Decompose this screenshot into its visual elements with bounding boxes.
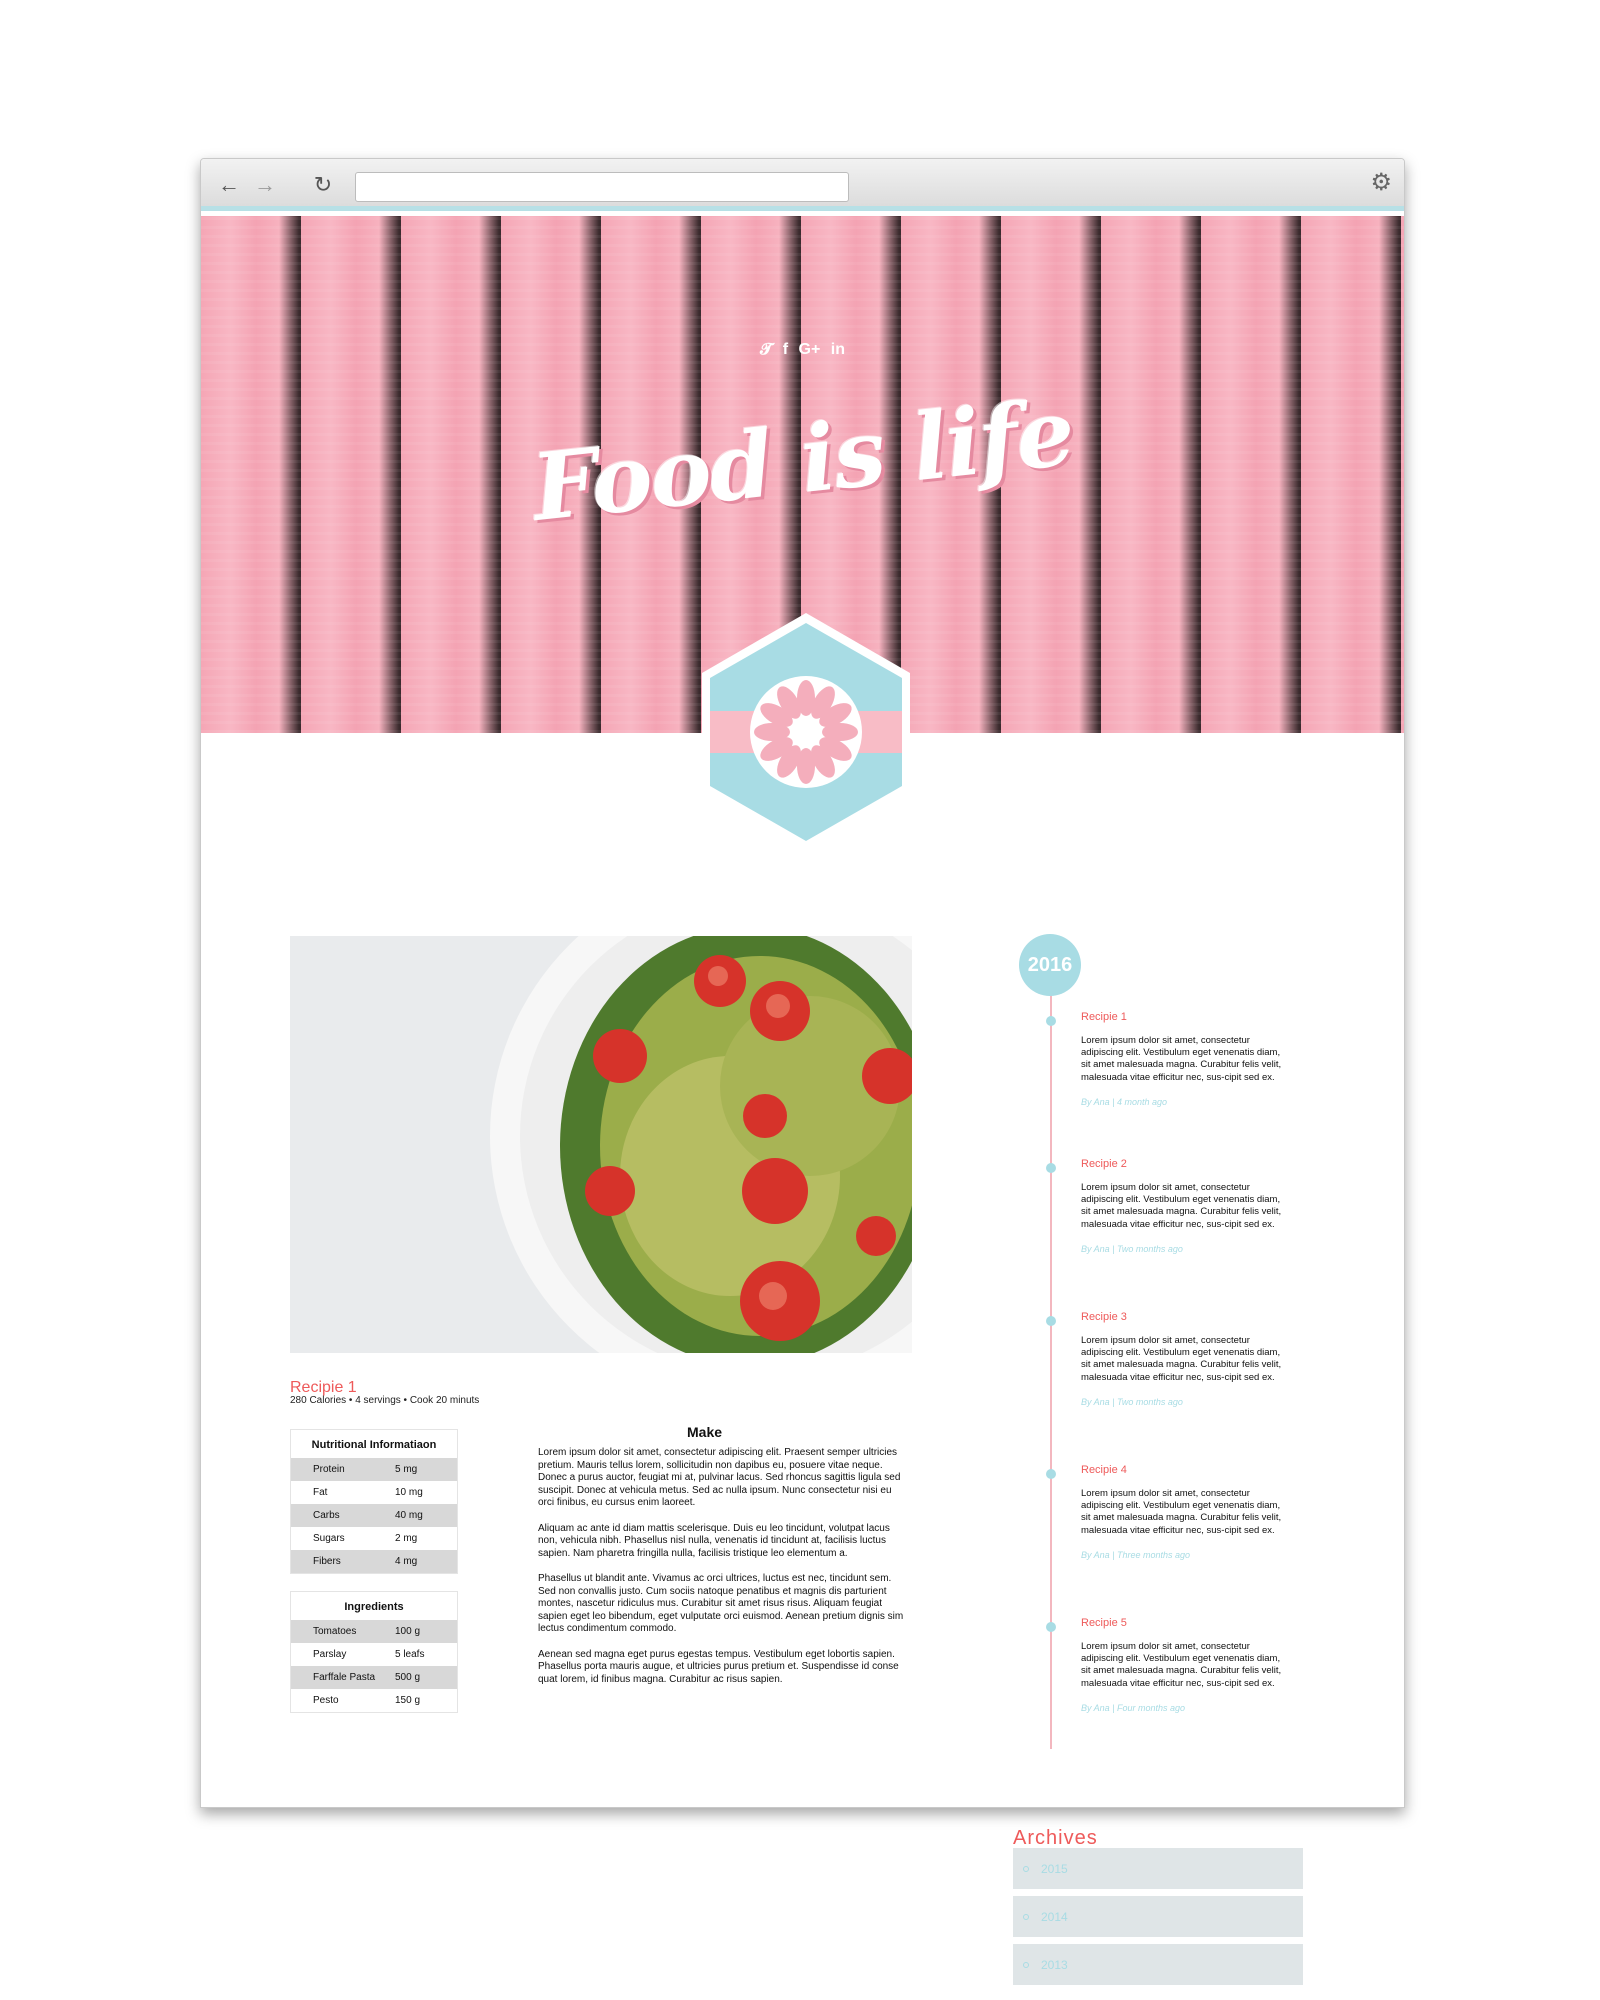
timeline-item-meta: By Ana | Four months ago <box>1081 1702 1186 1713</box>
nutrition-rows: Protein 5 mg Fat 10 mg Carbs 40 mg Sugars 2 … <box>291 1458 457 1573</box>
archive-item-2013[interactable]: 2013 <box>1013 1944 1303 1985</box>
timeline-dot <box>1046 1469 1056 1479</box>
table-row: Sugars 2 mg <box>313 1533 418 1544</box>
ingredients-rows: Tomatoes 100 g Parslay 5 leafs Farffale Pa… <box>291 1620 457 1712</box>
table-row: Fat 10 mg <box>313 1487 423 1498</box>
circle-bullet-icon <box>1023 1961 1029 1968</box>
timeline-item-title[interactable]: Recipie 3 <box>1081 1311 1291 1323</box>
timeline-item-meta: By Ana | Two months ago <box>1081 1243 1183 1254</box>
linkedin-icon[interactable]: in <box>831 341 845 359</box>
ingredients-table: Ingredients Tomatoes 100 g Parslay 5 leafs… <box>290 1591 458 1713</box>
archives-heading: Archives <box>1013 1827 1098 1849</box>
year-badge: 2016 <box>1019 934 1081 996</box>
browser-window: ← → ↻ ⚙ 𝓣 f G+ in Food is life Recipie 1… <box>200 158 1405 1808</box>
timeline-item-text: Lorem ipsum dolor sit amet, consectetur … <box>1081 1335 1282 1383</box>
timeline-dot <box>1046 1622 1056 1632</box>
ingredients-heading: Ingredients <box>344 1601 404 1613</box>
timeline-item-text: Lorem ipsum dolor sit amet, consectetur … <box>1081 1182 1282 1230</box>
timeline-item-meta: By Ana | 4 month ago <box>1081 1096 1168 1107</box>
pasta-salad-image <box>290 936 912 1353</box>
nutrition-heading: Nutritional Informatiaon <box>311 1439 437 1451</box>
timeline-item[interactable]: Recipie 5 Lorem ipsum dolor sit amet, co… <box>1081 1617 1291 1713</box>
timeline-item-title[interactable]: Recipie 5 <box>1081 1617 1291 1629</box>
google-plus-icon[interactable]: G+ <box>799 341 821 359</box>
make-paragraph: Lorem ipsum dolor sit amet, consectetur … <box>538 1447 901 1508</box>
table-row: Parslay 5 leafs <box>313 1649 425 1660</box>
nutrition-table: Nutritional Informatiaon Protein 5 mg Fat… <box>290 1429 458 1574</box>
timeline-item[interactable]: Recipie 2 Lorem ipsum dolor sit amet, co… <box>1081 1158 1291 1254</box>
make-instructions: Lorem ipsum dolor sit amet, consectetur … <box>538 1447 908 1699</box>
circle-bullet-icon <box>1023 1865 1029 1872</box>
table-row: Farffale Pasta 500 g <box>291 1666 457 1689</box>
archive-year: 2013 <box>1041 1957 1068 1972</box>
table-row: Carbs 40 mg <box>291 1504 457 1527</box>
timeline-item-text: Lorem ipsum dolor sit amet, consectetur … <box>1081 1035 1282 1083</box>
page: ← → ↻ ⚙ 𝓣 f G+ in Food is life Recipie 1… <box>0 0 1600 2000</box>
archive-item-2014[interactable]: 2014 <box>1013 1896 1303 1937</box>
timeline-item[interactable]: Recipie 3 Lorem ipsum dolor sit amet, co… <box>1081 1311 1291 1407</box>
arrow-left-icon[interactable]: ← <box>217 173 241 197</box>
social-links: 𝓣 f G+ in <box>201 341 1404 359</box>
reload-icon[interactable]: ↻ <box>311 173 335 197</box>
timeline-item-text: Lorem ipsum dolor sit amet, consectetur … <box>1081 1488 1282 1536</box>
timeline-item-meta: By Ana | Two months ago <box>1081 1396 1183 1407</box>
make-paragraph: Aliquam ac ante id diam mattis scelerisq… <box>538 1522 890 1559</box>
facebook-icon[interactable]: f <box>783 341 788 359</box>
address-bar[interactable] <box>355 172 849 202</box>
browser-toolbar: ← → ↻ ⚙ <box>201 159 1404 211</box>
timeline-item-title[interactable]: Recipie 4 <box>1081 1464 1291 1476</box>
timeline-dot <box>1046 1163 1056 1173</box>
arrow-right-icon[interactable]: → <box>253 173 277 197</box>
timeline-dot <box>1046 1316 1056 1326</box>
timeline-item-text: Lorem ipsum dolor sit amet, consectetur … <box>1081 1641 1282 1689</box>
circle-bullet-icon <box>1023 1913 1029 1920</box>
make-paragraph: Aenean sed magna eget purus egestas temp… <box>538 1648 899 1685</box>
flower-logo-icon <box>702 613 910 851</box>
recipe-meta: 280 Calories • 4 servings • Cook 20 minu… <box>290 1395 480 1406</box>
timeline-item-title[interactable]: Recipie 2 <box>1081 1158 1291 1170</box>
table-row: Fibers 4 mg <box>291 1550 457 1573</box>
timeline-item[interactable]: Recipie 1 Lorem ipsum dolor sit amet, co… <box>1081 1011 1291 1107</box>
table-row: Protein 5 mg <box>291 1458 457 1481</box>
archive-year: 2014 <box>1041 1909 1068 1924</box>
archive-year: 2015 <box>1041 1861 1068 1876</box>
gear-icon[interactable]: ⚙ <box>1370 171 1392 195</box>
table-row: Tomatoes 100 g <box>291 1620 457 1643</box>
site-title: Food is life <box>527 377 1078 543</box>
timeline-item-meta: By Ana | Three months ago <box>1081 1549 1191 1560</box>
timeline-dot <box>1046 1016 1056 1026</box>
archive-item-2015[interactable]: 2015 <box>1013 1848 1303 1889</box>
timeline-item-title[interactable]: Recipie 1 <box>1081 1011 1291 1023</box>
twitter-icon[interactable]: 𝓣 <box>760 341 772 359</box>
make-heading: Make <box>687 1424 723 1440</box>
make-paragraph: Phasellus ut blandit ante. Vivamus ac or… <box>538 1573 904 1634</box>
timeline-item[interactable]: Recipie 4 Lorem ipsum dolor sit amet, co… <box>1081 1464 1291 1560</box>
table-row: Pesto 150 g <box>313 1695 421 1706</box>
